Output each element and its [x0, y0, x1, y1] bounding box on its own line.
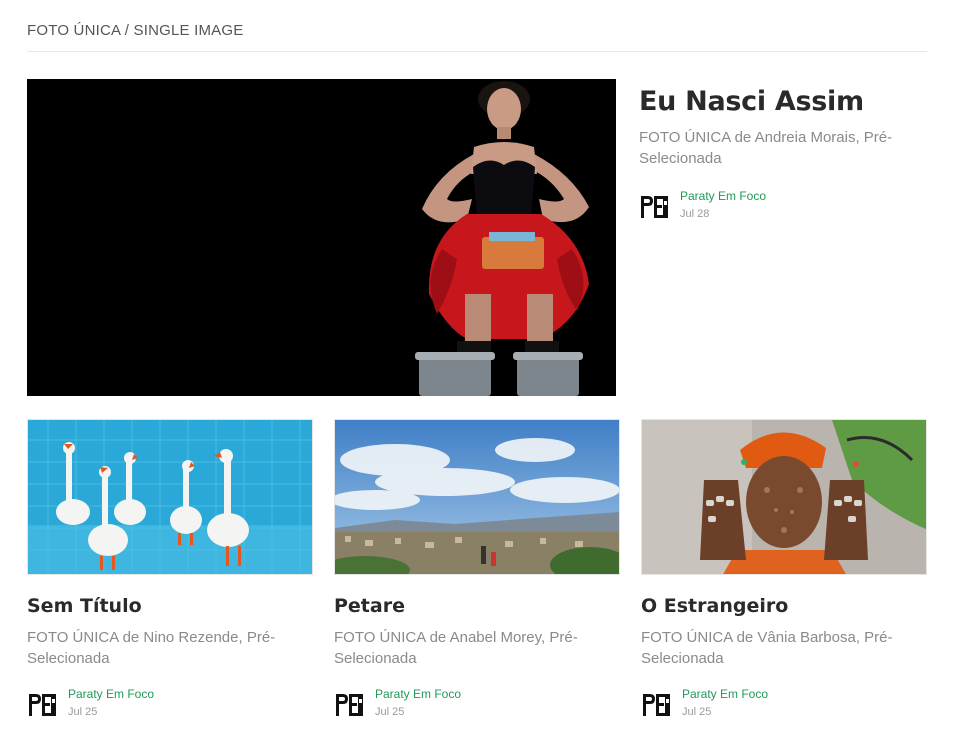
post-card-author: Paraty Em Foco Jul 25	[641, 686, 927, 720]
post-card-title[interactable]: Petare	[334, 595, 620, 617]
paraty-em-foco-logo-icon[interactable]	[27, 690, 57, 720]
post-card-author: Paraty Em Foco Jul 25	[27, 686, 313, 720]
post-card-title[interactable]: Sem Título	[27, 595, 313, 617]
paraty-em-foco-logo-icon[interactable]	[334, 690, 364, 720]
post-date: Jul 25	[68, 706, 98, 718]
post-card-subtitle: FOTO ÚNICA de Nino Rezende, Pré-Selecion…	[27, 629, 276, 667]
post-card: O Estrangeiro FOTO ÚNICA de Vânia Barbos…	[641, 419, 927, 720]
post-date: Jul 25	[682, 706, 712, 718]
post-card-subtitle: FOTO ÚNICA de Anabel Morey, Pré-Selecion…	[334, 629, 578, 667]
post-card-subtitle: FOTO ÚNICA de Vânia Barbosa, Pré-Selecio…	[641, 629, 893, 667]
author-name[interactable]: Paraty Em Foco	[375, 687, 461, 701]
post-date: Jul 28	[680, 208, 710, 220]
paraty-em-foco-logo-icon[interactable]	[641, 690, 671, 720]
photo-woman-red-tutu-icon	[27, 79, 616, 396]
post-card-title[interactable]: O Estrangeiro	[641, 595, 927, 617]
featured-post: Eu Nasci Assim FOTO ÚNICA de Andreia Mor…	[639, 86, 927, 222]
author-name[interactable]: Paraty Em Foco	[680, 189, 766, 203]
post-card: Petare FOTO ÚNICA de Anabel Morey, Pré-S…	[334, 419, 620, 720]
author-name[interactable]: Paraty Em Foco	[682, 687, 768, 701]
photo-geese-pool-icon	[28, 420, 312, 574]
post-card-image[interactable]	[334, 419, 620, 575]
author-name[interactable]: Paraty Em Foco	[68, 687, 154, 701]
post-card-image[interactable]	[641, 419, 927, 575]
featured-post-image[interactable]	[27, 79, 616, 396]
section-title: FOTO ÚNICA / SINGLE IMAGE	[27, 22, 927, 52]
featured-post-subtitle: FOTO ÚNICA de Andreia Morais, Pré-Seleci…	[639, 129, 893, 167]
photo-city-sky-icon	[335, 420, 619, 574]
post-card-author: Paraty Em Foco Jul 25	[334, 686, 620, 720]
post-card: Sem Título FOTO ÚNICA de Nino Rezende, P…	[27, 419, 313, 720]
featured-post-title[interactable]: Eu Nasci Assim	[639, 86, 927, 117]
post-date: Jul 25	[375, 706, 405, 718]
paraty-em-foco-logo-icon[interactable]	[639, 192, 669, 222]
featured-post-author: Paraty Em Foco Jul 28	[639, 188, 927, 222]
post-card-image[interactable]	[27, 419, 313, 575]
photo-man-rings-icon	[642, 420, 926, 574]
